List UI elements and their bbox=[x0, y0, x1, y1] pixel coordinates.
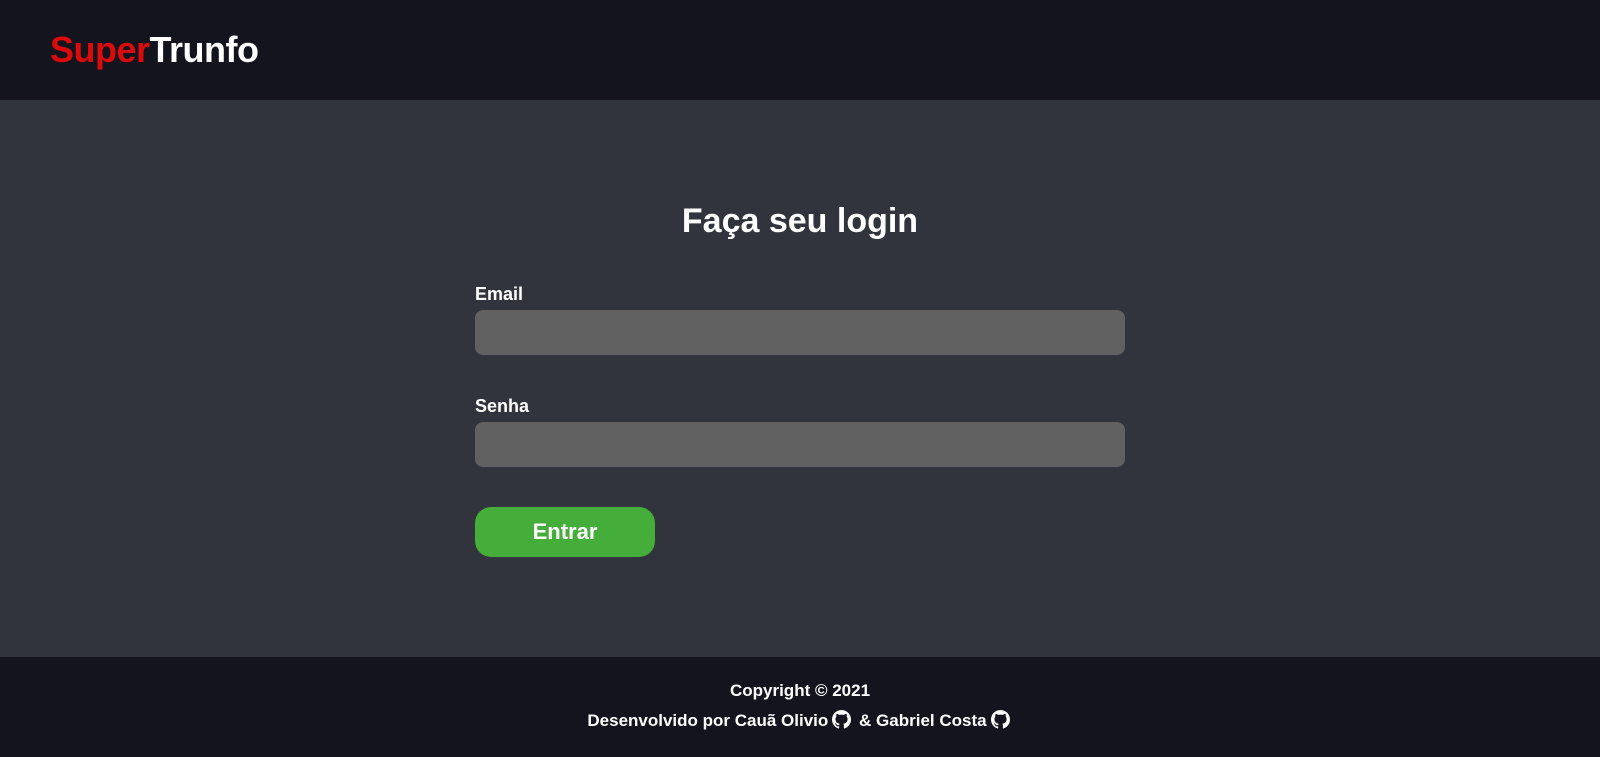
author-name-caua: Cauã Olivio bbox=[734, 711, 829, 730]
email-field[interactable] bbox=[475, 310, 1125, 355]
author-link-caua[interactable]: Cauã Olivio bbox=[735, 711, 829, 730]
senha-label: Senha bbox=[475, 396, 530, 416]
email-label: Email bbox=[475, 284, 524, 304]
github-icon[interactable] bbox=[990, 710, 1010, 729]
login-section: Faça seu login Email Senha Entrar bbox=[0, 100, 1600, 657]
logo-super: Super bbox=[50, 29, 150, 70]
logo-trunfo: Trunfo bbox=[149, 29, 259, 70]
entrar-button[interactable]: Entrar bbox=[475, 507, 655, 557]
page-title: Faça seu login bbox=[681, 202, 919, 240]
author-link-gabriel[interactable]: Gabriel Costa bbox=[876, 711, 987, 730]
senha-field[interactable] bbox=[475, 422, 1125, 467]
footer: Copyright © 2021 Desenvolvido por Cauã O… bbox=[0, 657, 1600, 757]
credits: Desenvolvido por Cauã Olivio & Gabriel C… bbox=[0, 710, 1600, 732]
author-separator: & bbox=[859, 711, 872, 730]
github-icon[interactable] bbox=[832, 710, 852, 729]
logo[interactable]: SuperTrunfo bbox=[50, 30, 259, 70]
header: SuperTrunfo bbox=[0, 0, 1600, 100]
copyright-text: Copyright © 2021 bbox=[729, 681, 871, 700]
developed-by-text: Desenvolvido por bbox=[587, 711, 731, 730]
author-name-gabriel: Gabriel Costa bbox=[876, 711, 987, 730]
